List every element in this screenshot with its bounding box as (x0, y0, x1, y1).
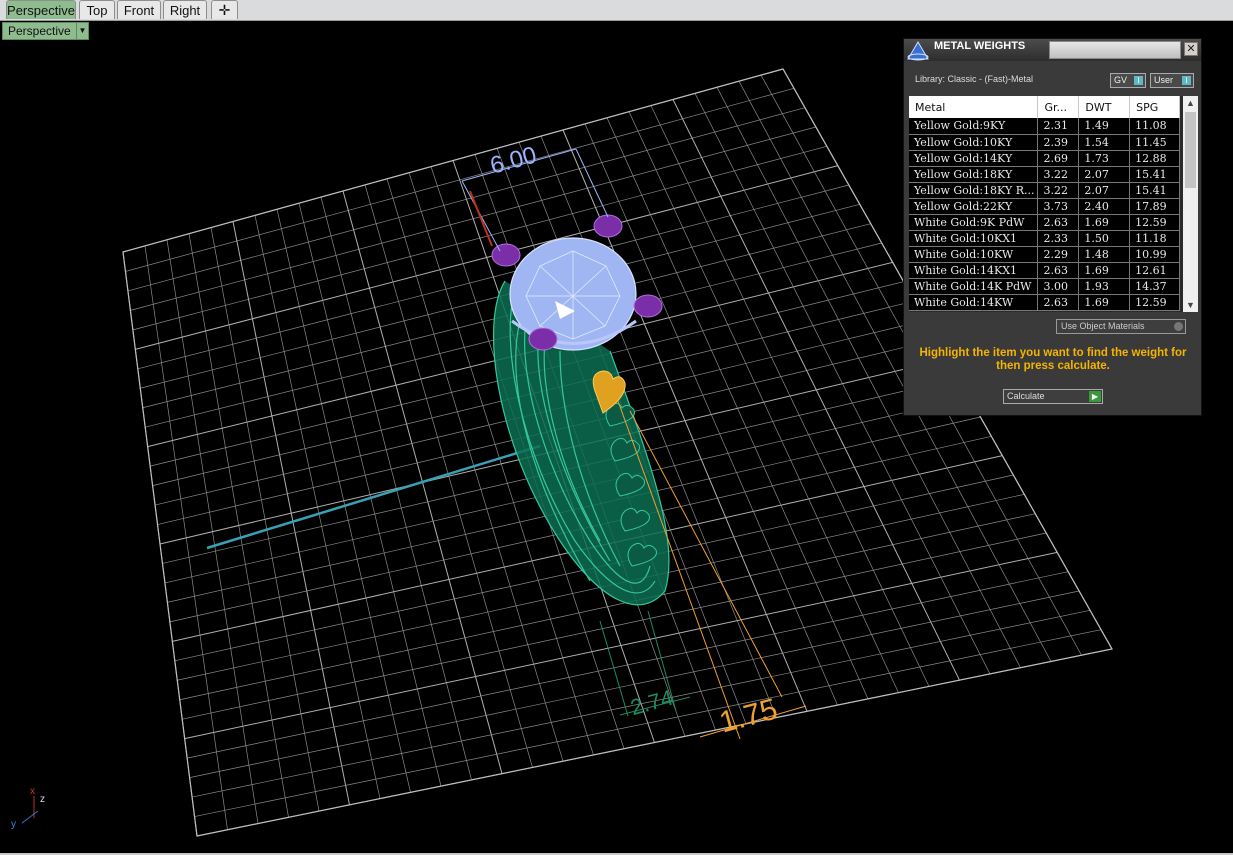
calculate-button[interactable]: Calculate ▶ (1003, 389, 1103, 404)
table-row[interactable]: White Gold:14KX1 2.63 1.69 12.61 (909, 262, 1180, 279)
value-cell: 2.31 (1037, 118, 1080, 135)
metal-name-cell: Yellow Gold:22KY (909, 198, 1039, 215)
library-label: Library: Classic - (Fast)-Metal (915, 74, 1034, 84)
value-cell: 2.40 (1078, 198, 1131, 215)
metal-table: Metal Gr... DWT SPG Yellow Gold:9KY 2.31 1.49… (909, 96, 1198, 312)
value-cell: 3.22 (1037, 166, 1080, 183)
chevron-down-icon[interactable]: ▼ (76, 23, 88, 39)
metal-name-cell: White Gold:10KX1 (909, 230, 1039, 247)
value-cell: 3.22 (1037, 182, 1080, 199)
metal-weights-panel: METAL WEIGHTS ✕ Library: Classic - (Fast… (903, 38, 1202, 416)
table-row[interactable]: White Gold:10KW 2.29 1.48 10.99 (909, 246, 1180, 263)
metal-name-cell: Yellow Gold:18KY R... (909, 182, 1039, 199)
table-row[interactable]: Yellow Gold:18KY 3.22 2.07 15.41 (909, 166, 1180, 183)
value-cell: 12.59 (1129, 214, 1180, 231)
value-cell: 2.07 (1078, 182, 1131, 199)
gv-toggle[interactable]: GV I (1110, 73, 1146, 88)
tab-front[interactable]: Front (117, 0, 161, 19)
metal-name-cell: Yellow Gold:18KY (909, 166, 1039, 183)
table-row[interactable]: Yellow Gold:10KY 2.39 1.54 11.45 (909, 134, 1180, 151)
metal-name-cell: Yellow Gold:14KY (909, 150, 1039, 167)
table-row[interactable]: Yellow Gold:22KY 3.73 2.40 17.89 (909, 198, 1180, 215)
column-header[interactable]: Metal (909, 96, 1039, 118)
value-cell: 12.59 (1129, 294, 1180, 311)
column-header[interactable]: SPG (1129, 96, 1180, 118)
viewport-tab-bar: Perspective Top Front Right ✛ (0, 0, 1233, 21)
value-cell: 1.48 (1078, 246, 1131, 263)
value-cell: 1.49 (1078, 118, 1131, 135)
value-cell: 11.45 (1129, 134, 1180, 151)
viewport-name-dropdown[interactable]: Perspective ▼ (2, 22, 89, 40)
tab-right[interactable]: Right (163, 0, 207, 19)
table-row[interactable]: White Gold:14KW 2.63 1.69 12.59 (909, 294, 1180, 311)
value-cell: 11.08 (1129, 118, 1180, 135)
metal-name-cell: Yellow Gold:10KY (909, 134, 1039, 151)
scroll-down-icon[interactable]: ▼ (1183, 298, 1198, 312)
scroll-thumb[interactable] (1185, 112, 1196, 188)
table-row[interactable]: White Gold:9K PdW 2.63 1.69 12.59 (909, 214, 1180, 231)
panel-title: METAL WEIGHTS (934, 40, 1026, 52)
column-header[interactable]: Gr... (1037, 96, 1080, 118)
value-cell: 1.54 (1078, 134, 1131, 151)
svg-text:x: x (30, 786, 35, 797)
value-cell: 12.61 (1129, 262, 1180, 279)
value-cell: 2.63 (1037, 294, 1080, 311)
table-row[interactable]: Yellow Gold:9KY 2.31 1.49 11.08 (909, 118, 1180, 135)
close-icon[interactable]: ✕ (1184, 42, 1198, 56)
metal-name-cell: Yellow Gold:9KY (909, 118, 1039, 135)
gemvision-logo-icon (907, 41, 929, 61)
tab-top[interactable]: Top (79, 0, 115, 19)
axis-triad: x y z (11, 786, 45, 830)
user-toggle[interactable]: User I (1150, 73, 1194, 88)
value-cell: 1.69 (1078, 262, 1131, 279)
table-row[interactable]: Yellow Gold:18KY R... 3.22 2.07 15.41 (909, 182, 1180, 199)
svg-text:y: y (11, 819, 16, 830)
metal-name-cell: White Gold:14K PdW (909, 278, 1039, 295)
value-cell: 17.89 (1129, 198, 1180, 215)
value-cell: 2.69 (1037, 150, 1080, 167)
metal-name-cell: White Gold:14KW (909, 294, 1039, 311)
table-row[interactable]: Yellow Gold:14KY 2.69 1.73 12.88 (909, 150, 1180, 167)
value-cell: 15.41 (1129, 166, 1180, 183)
add-tab-icon[interactable]: ✛ (211, 0, 238, 19)
value-cell: 2.33 (1037, 230, 1080, 247)
value-cell: 1.69 (1078, 214, 1131, 231)
table-row[interactable]: White Gold:10KX1 2.33 1.50 11.18 (909, 230, 1180, 247)
value-cell: 1.69 (1078, 294, 1131, 311)
value-cell: 10.99 (1129, 246, 1180, 263)
table-scrollbar[interactable]: ▲ ▼ (1183, 96, 1198, 312)
column-header[interactable]: DWT (1078, 96, 1131, 118)
value-cell: 2.63 (1037, 262, 1080, 279)
value-cell: 3.00 (1037, 278, 1080, 295)
instruction-text: Highlight the item you want to find the … (919, 347, 1187, 372)
value-cell: 2.29 (1037, 246, 1080, 263)
value-cell: 3.73 (1037, 198, 1080, 215)
value-cell: 2.63 (1037, 214, 1080, 231)
viewport-name-label: Perspective (8, 24, 71, 38)
play-icon: ▶ (1089, 391, 1101, 402)
gemstone (509, 237, 637, 351)
scroll-up-icon[interactable]: ▲ (1183, 96, 1198, 110)
use-object-materials-toggle[interactable]: Use Object Materials (1056, 319, 1186, 334)
value-cell: 1.50 (1078, 230, 1131, 247)
dimension-band-label: 2.74 (628, 685, 676, 720)
value-cell: 11.18 (1129, 230, 1180, 247)
value-cell: 2.07 (1078, 166, 1131, 183)
value-cell: 1.93 (1078, 278, 1131, 295)
value-cell: 14.37 (1129, 278, 1180, 295)
value-cell: 1.73 (1078, 150, 1131, 167)
x-axis-line (206, 444, 541, 550)
metal-name-cell: White Gold:10KW (909, 246, 1039, 263)
panel-title-bar[interactable]: METAL WEIGHTS ✕ (904, 39, 1201, 61)
value-cell: 2.39 (1037, 134, 1080, 151)
metal-name-cell: White Gold:9K PdW (909, 214, 1039, 231)
tab-perspective[interactable]: Perspective (6, 0, 76, 19)
value-cell: 12.88 (1129, 150, 1180, 167)
metal-name-cell: White Gold:14KX1 (909, 262, 1039, 279)
value-cell: 15.41 (1129, 182, 1180, 199)
table-row[interactable]: White Gold:14K PdW 3.00 1.93 14.37 (909, 278, 1180, 295)
svg-text:z: z (40, 794, 45, 805)
title-drag-area[interactable] (1049, 41, 1181, 59)
